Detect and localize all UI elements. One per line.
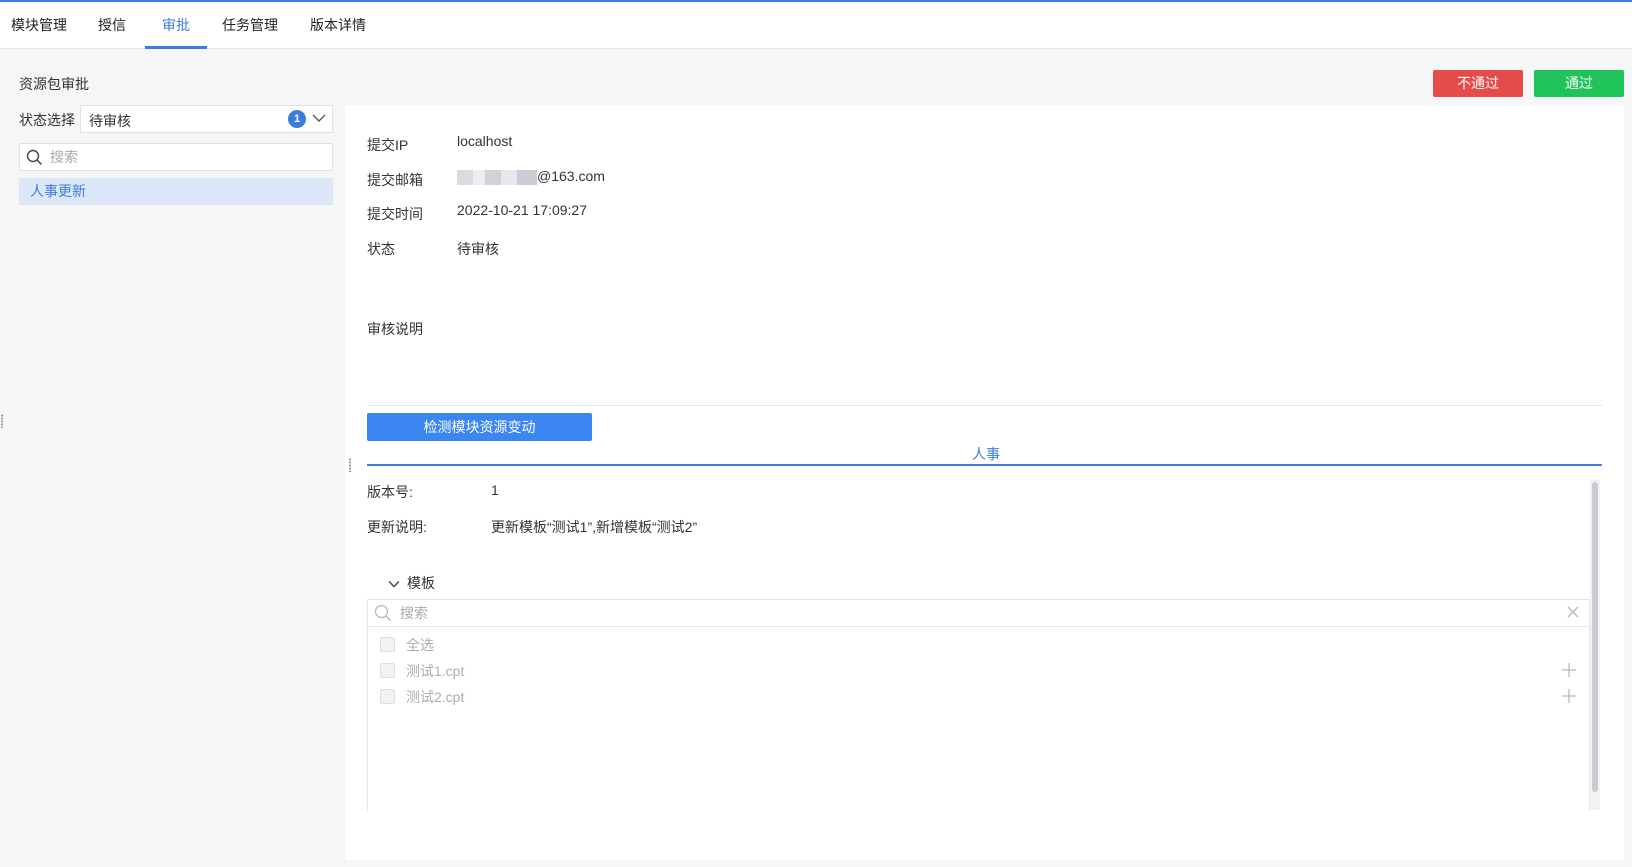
check-resource-changes-button[interactable]: 检测模块资源变动 (367, 413, 592, 441)
status-label: 状态 (367, 241, 395, 257)
left-search-box (19, 143, 333, 171)
section-divider (367, 405, 1602, 406)
template-toggle-label: 模板 (407, 575, 435, 591)
plus-icon[interactable] (1561, 688, 1577, 707)
clear-icon[interactable] (1566, 605, 1580, 622)
select-all-checkbox[interactable] (380, 637, 395, 652)
template-tree-box: 全选 测试1.cpt 测试2.cpt (367, 599, 1590, 811)
plus-icon[interactable] (1561, 662, 1577, 681)
left-search-input[interactable] (50, 147, 320, 167)
search-icon (26, 149, 43, 169)
update-desc-label: 更新说明: (367, 519, 427, 535)
module-tab-underline (367, 464, 1602, 466)
template-search-input[interactable] (400, 603, 1500, 623)
resize-handle-icon[interactable] (348, 458, 352, 472)
tab-credit[interactable]: 授信 (86, 2, 138, 49)
select-all-label: 全选 (406, 637, 434, 653)
panel-title: 资源包审批 (19, 76, 89, 92)
status-value: 待审核 (457, 241, 499, 257)
ip-value: localhost (457, 133, 513, 149)
scrollbar-thumb[interactable] (1592, 482, 1598, 792)
status-count-badge: 1 (288, 110, 306, 128)
update-desc-value: 更新模板“测试1”,新增模板“测试2” (491, 519, 698, 535)
template-section-toggle[interactable]: 模板 (387, 573, 435, 593)
active-tab-indicator (145, 46, 207, 49)
tab-task-management[interactable]: 任务管理 (213, 2, 287, 49)
chevron-down-icon (388, 581, 400, 588)
tab-approval[interactable]: 审批 (145, 2, 207, 49)
tab-version-details[interactable]: 版本详情 (301, 2, 375, 49)
search-icon (374, 604, 392, 625)
reject-button[interactable]: 不通过 (1433, 70, 1523, 97)
template-checkbox-2[interactable] (380, 689, 395, 704)
module-tab-label: 人事 (972, 446, 1000, 462)
time-label: 提交时间 (367, 206, 423, 222)
template-search-box (368, 600, 1589, 627)
status-select-value: 待审核 (89, 113, 131, 129)
chevron-down-icon (310, 109, 328, 130)
pass-button[interactable]: 通过 (1534, 70, 1624, 97)
resize-handle-icon[interactable] (0, 414, 4, 428)
review-remark-label: 审核说明 (367, 321, 423, 337)
template-name-2: 测试2.cpt (406, 689, 465, 705)
template-name-1: 测试1.cpt (406, 663, 465, 679)
time-value: 2022-10-21 17:09:27 (457, 202, 587, 218)
detail-panel: 提交IP localhost 提交邮箱 @163.com 提交时间 2022-1… (345, 105, 1624, 860)
email-value: @163.com (537, 168, 605, 184)
tab-module-management[interactable]: 模块管理 (2, 2, 76, 49)
email-redacted-blur (457, 170, 537, 185)
email-label: 提交邮箱 (367, 172, 423, 188)
list-item-hr-update[interactable]: 人事更新 (19, 178, 333, 205)
status-filter-label: 状态选择 (19, 112, 75, 128)
ip-label: 提交IP (367, 137, 409, 153)
template-checkbox-1[interactable] (380, 663, 395, 678)
version-label: 版本号: (367, 484, 413, 500)
version-value: 1 (491, 482, 499, 498)
top-tab-bar: 模块管理 授信 审批 任务管理 版本详情 (0, 2, 1632, 49)
status-select[interactable]: 待审核 1 (80, 105, 333, 133)
